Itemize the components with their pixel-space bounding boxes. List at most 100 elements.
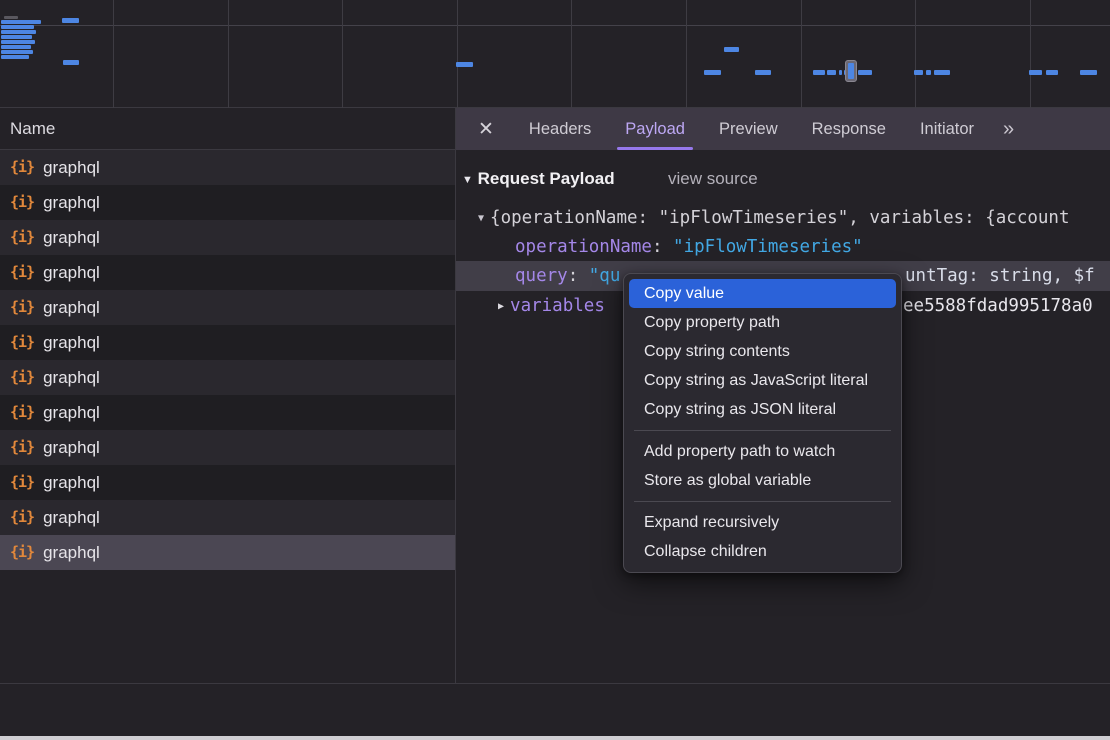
menu-item-expand-recursively[interactable]: Expand recursively xyxy=(624,508,901,537)
overview-gridline xyxy=(457,0,458,108)
menu-item-collapse-children[interactable]: Collapse children xyxy=(624,537,901,566)
request-row[interactable]: {i} graphql xyxy=(0,220,455,255)
tab-payload[interactable]: Payload xyxy=(608,108,702,150)
request-row[interactable]: {i}graphql xyxy=(0,465,455,500)
menu-divider xyxy=(634,430,891,431)
network-overview[interactable] xyxy=(0,0,1110,108)
menu-item-copy-string-contents[interactable]: Copy string contents xyxy=(624,337,901,366)
request-row[interactable]: {i} graphql xyxy=(0,500,455,535)
expander-closed-icon[interactable]: ▶ xyxy=(498,301,504,312)
waterfall-bar[interactable] xyxy=(724,47,739,52)
property-key: query xyxy=(515,266,568,286)
waterfall-bar[interactable] xyxy=(1046,70,1058,75)
waterfall-bar[interactable] xyxy=(1,30,36,34)
context-menu: Copy valueCopy property pathCopy string … xyxy=(623,273,902,573)
waterfall-bar[interactable] xyxy=(704,70,721,75)
request-name-label: graphql xyxy=(43,220,100,255)
request-row[interactable]: {i}graphql xyxy=(0,290,455,325)
overview-gridline xyxy=(113,0,114,108)
json-braces-icon: {i} xyxy=(10,185,34,220)
waterfall-bar[interactable] xyxy=(1,25,34,29)
waterfall-bar[interactable] xyxy=(1,50,33,54)
selected-request-marker[interactable] xyxy=(845,60,857,82)
tab-initiator[interactable]: Initiator xyxy=(903,108,991,150)
request-name-label: graphql xyxy=(43,395,100,430)
waterfall-bar[interactable] xyxy=(1080,70,1097,75)
section-expander-icon[interactable]: ▼ xyxy=(462,174,473,186)
overview-gridline xyxy=(801,0,802,108)
waterfall-bar[interactable] xyxy=(1029,70,1042,75)
property-key: variables xyxy=(510,296,605,316)
overview-axis-line xyxy=(0,25,1110,26)
json-braces-icon: {i} xyxy=(10,325,34,360)
overview-gridline xyxy=(686,0,687,108)
request-row[interactable]: {i}graphql xyxy=(0,150,455,185)
request-row[interactable]: {i}graphql xyxy=(0,360,455,395)
waterfall-bar[interactable] xyxy=(926,70,931,75)
waterfall-bar[interactable] xyxy=(456,62,473,67)
payload-root-row[interactable]: ▼ {operationName: "ipFlowTimeseries", var… xyxy=(456,204,1110,232)
waterfall-bar[interactable] xyxy=(914,70,923,75)
request-name-label: graphql xyxy=(43,500,100,535)
waterfall-bar[interactable] xyxy=(1,35,32,39)
request-row[interactable]: {i}graphql xyxy=(0,430,455,465)
request-name-label: graphql xyxy=(43,465,100,500)
waterfall-bar[interactable] xyxy=(1,40,35,44)
menu-item-copy-value[interactable]: Copy value xyxy=(629,279,896,308)
payload-row-operation-name[interactable]: operationName: "ipFlowTimeseries" xyxy=(456,233,1110,261)
overview-gridline xyxy=(915,0,916,108)
waterfall-bar[interactable] xyxy=(934,70,950,75)
request-row[interactable]: {i}graphql xyxy=(0,325,455,360)
request-name-label: graphql xyxy=(43,185,100,220)
json-braces-icon: {i} xyxy=(10,220,34,255)
expander-open-icon[interactable]: ▼ xyxy=(478,213,484,224)
request-row[interactable]: {i}graphql xyxy=(0,255,455,290)
tab-preview[interactable]: Preview xyxy=(702,108,795,150)
close-icon[interactable]: ✕ xyxy=(470,118,502,141)
root-preview-text: {operationName: "ipFlowTimeseries", vari… xyxy=(490,208,1069,228)
property-value-fragment: ee5588fdad995178a0 xyxy=(903,292,1093,320)
json-braces-icon: {i} xyxy=(10,360,34,395)
tab-response[interactable]: Response xyxy=(795,108,903,150)
waterfall-bar[interactable] xyxy=(1,45,31,49)
view-source-link[interactable]: view source xyxy=(668,166,758,192)
request-row[interactable]: {i}graphql xyxy=(0,395,455,430)
waterfall-bar[interactable] xyxy=(813,70,825,75)
menu-item-copy-string-as-javascript-literal[interactable]: Copy string as JavaScript literal xyxy=(624,366,901,395)
request-list: {i} graphql {i} graphql {i} graphql {i} graphql… xyxy=(0,150,455,570)
menu-item-add-property-path-to-watch[interactable]: Add property path to watch xyxy=(624,437,901,466)
key-separator: : xyxy=(568,266,589,286)
name-column-header[interactable]: Name xyxy=(0,108,455,150)
property-value-fragment: untTag: string, $f xyxy=(905,261,1095,291)
menu-item-copy-property-path[interactable]: Copy property path xyxy=(624,308,901,337)
request-row[interactable]: {i} graphql xyxy=(0,185,455,220)
json-braces-icon: {i} xyxy=(10,500,34,535)
property-key: operationName xyxy=(515,237,652,257)
waterfall-bar[interactable] xyxy=(4,16,18,19)
waterfall-bar[interactable] xyxy=(1,20,41,24)
more-tabs-icon[interactable]: » xyxy=(1003,118,1012,141)
request-payload-section-header[interactable]: ▼ Request Payload view source xyxy=(462,166,615,192)
menu-divider xyxy=(634,501,891,502)
waterfall-bar[interactable] xyxy=(839,70,842,75)
window-bottom-edge xyxy=(0,736,1110,740)
overview-gridline xyxy=(1030,0,1031,108)
json-braces-icon: {i} xyxy=(10,535,34,570)
selected-request-bar xyxy=(848,63,854,79)
request-row[interactable]: {i}graphql xyxy=(0,535,455,570)
tab-headers[interactable]: Headers xyxy=(512,108,608,150)
json-braces-icon: {i} xyxy=(10,290,34,325)
waterfall-bar[interactable] xyxy=(1,55,29,59)
tabs-container: HeadersPayloadPreviewResponseInitiator xyxy=(512,108,991,150)
waterfall-bar[interactable] xyxy=(755,70,771,75)
menu-item-copy-string-as-json-literal[interactable]: Copy string as JSON literal xyxy=(624,395,901,424)
overview-gridline xyxy=(228,0,229,108)
property-value: "ipFlowTimeseries" xyxy=(673,237,863,257)
waterfall-bar[interactable] xyxy=(858,70,872,75)
waterfall-bar[interactable] xyxy=(62,18,79,23)
menu-item-store-as-global-variable[interactable]: Store as global variable xyxy=(624,466,901,495)
waterfall-bar[interactable] xyxy=(827,70,836,75)
detail-tabbar: ✕ HeadersPayloadPreviewResponseInitiator… xyxy=(456,108,1110,150)
request-name-label: graphql xyxy=(43,255,100,290)
waterfall-bar[interactable] xyxy=(63,60,79,65)
